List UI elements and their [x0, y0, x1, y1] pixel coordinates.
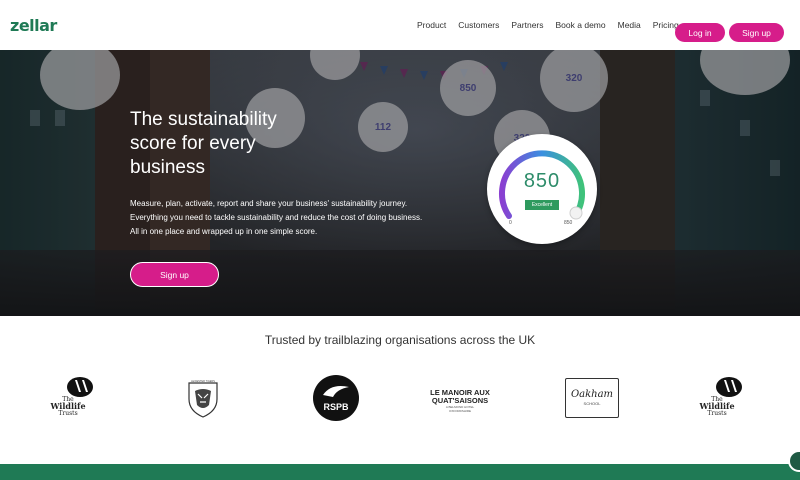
oakham-school-logo: Oakham SCHOOL [565, 378, 619, 418]
bird-icon [323, 386, 349, 397]
site-header: zellar Product Customers Partners Book a… [0, 0, 800, 50]
hero-title: The sustainability score for every busin… [130, 109, 277, 178]
zellar-logo[interactable]: zellar [10, 16, 57, 35]
trusted-heading: Trusted by trailblazing organisations ac… [264, 333, 536, 347]
hero-description: Measure, plan, activate, report and shar… [130, 199, 423, 236]
badger-icon [67, 377, 93, 397]
rspb-logo: RSPB [313, 375, 359, 421]
nav-book-demo[interactable]: Book a demo [556, 20, 606, 30]
page: zellar Product Customers Partners Book a… [0, 0, 800, 480]
nav-media[interactable]: Media [618, 20, 641, 30]
login-button[interactable]: Log in [675, 23, 725, 42]
wildlife-trusts-logo: The Wildlife Trusts [48, 376, 98, 422]
nav-partners[interactable]: Partners [511, 20, 543, 30]
hero-overlay [0, 50, 800, 316]
nav-customers[interactable]: Customers [458, 20, 499, 30]
wildlife-trusts-logo: The Wildlife Trusts [697, 376, 747, 422]
leicester-tigers-logo: LEICESTER TIGERS [184, 376, 222, 420]
hero-signup-button[interactable]: Sign up [130, 262, 219, 287]
hero-section: 320 850 112 320 The sustainability score… [0, 50, 800, 316]
badger-icon [716, 377, 742, 397]
gauge-badge: Excellent [525, 200, 559, 210]
gauge-score: 850 [523, 170, 561, 192]
nav-product[interactable]: Product [417, 20, 446, 30]
header-signup-button[interactable]: Sign up [729, 23, 784, 42]
le-manoir-logo: LE MANOIR AUX QUAT'SAISONS A BELMOND HOT… [430, 388, 490, 414]
score-gauge: 850 Excellent 0 850 [487, 134, 597, 244]
tiger-shield-icon [188, 382, 218, 418]
gauge-min: 0 [509, 220, 512, 226]
footer-band [0, 464, 800, 480]
main-nav: Product Customers Partners Book a demo M… [417, 0, 691, 50]
gauge-max: 850 [564, 220, 573, 226]
